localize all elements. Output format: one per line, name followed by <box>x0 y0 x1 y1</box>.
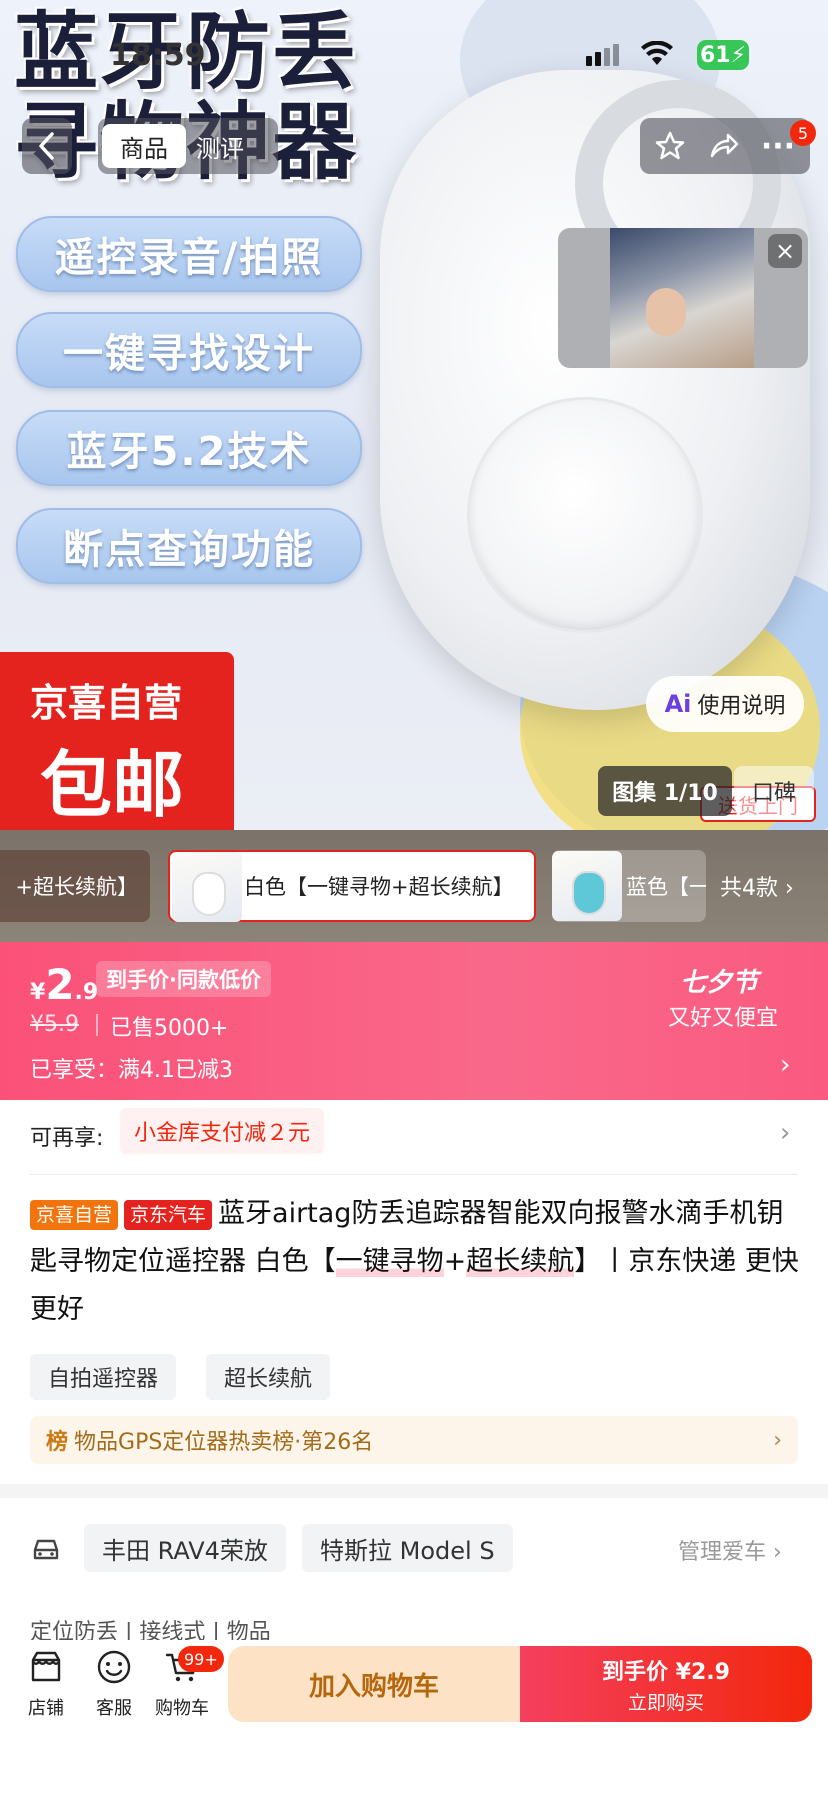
video-hand-image <box>646 288 686 336</box>
battery-level: 61 <box>699 42 731 68</box>
variant-thumb-product <box>194 874 224 914</box>
car-icon <box>30 1532 62 1564</box>
ai-icon: Ai <box>664 690 692 718</box>
signal-icon <box>586 44 622 66</box>
price-decimal: .9 <box>74 980 99 1005</box>
car-chip[interactable]: 丰田 RAV4荣放 <box>84 1524 286 1572</box>
add-to-cart-button[interactable]: 加入购物车 <box>228 1646 520 1722</box>
feature-pill: 断点查询功能 <box>16 508 362 584</box>
service-label: 客服 <box>96 1698 132 1719</box>
jd-auto-badge: 京东汽车 <box>124 1199 213 1230</box>
variant-option[interactable]: +超长续航】 <box>0 850 150 922</box>
rank-text: 物品GPS定位器热卖榜·第26名 <box>74 1430 374 1455</box>
cart-count-badge: 99+ <box>178 1646 224 1672</box>
manual-button[interactable]: Ai 使用说明 <box>646 676 804 732</box>
title-text: + <box>443 1246 467 1277</box>
car-chip[interactable]: 特斯拉 Model S <box>302 1524 513 1572</box>
price-divider <box>96 1014 98 1036</box>
status-time: 18:59 <box>110 38 206 73</box>
variant-thumbnail <box>172 852 242 922</box>
sold-count: 已售5000+ <box>110 1016 229 1041</box>
promo-badge: 京喜自营 包邮 <box>0 652 234 830</box>
variant-thumb-product <box>574 873 604 913</box>
divider <box>30 1174 798 1175</box>
variant-count-button[interactable]: 共4款 › <box>720 850 820 922</box>
service-icon <box>84 1648 144 1694</box>
product-title: 京喜自营 京东汽车 蓝牙airtag防丢追踪器智能双向报警水滴手机钥匙寻物定位遥控器… <box>30 1190 800 1334</box>
tab-product[interactable]: 商品 <box>102 124 186 168</box>
price-currency: ¥ <box>30 980 46 1005</box>
discount-enjoyed[interactable]: 已享受：满4.1已减3 <box>30 1052 233 1084</box>
ranking-banner[interactable]: 榜 物品GPS定位器热卖榜·第26名 › <box>30 1416 798 1464</box>
share-button[interactable] <box>702 124 746 168</box>
festival-subtitle: 又好又便宜 <box>668 1006 779 1031</box>
shop-button[interactable]: 店铺 <box>16 1648 76 1720</box>
feature-pill: 蓝牙5.2技术 <box>16 410 362 486</box>
tab-review[interactable]: 测评 <box>196 124 266 168</box>
title-highlight: 超长续航 <box>466 1246 575 1277</box>
jx-self-badge: 京喜自营 <box>30 1199 119 1230</box>
wifi-icon <box>640 36 674 76</box>
promo-line1: 京喜自营 <box>30 681 183 725</box>
rank-icon: 榜 <box>46 1430 69 1455</box>
buy-price: 到手价 ¥2.9 <box>602 1659 730 1685</box>
chevron-right-icon[interactable]: › <box>780 1118 790 1148</box>
manage-car-link[interactable]: 管理爱车 › <box>678 1534 782 1566</box>
feature-chip[interactable]: 自拍遥控器 <box>30 1354 177 1400</box>
manual-label: 使用说明 <box>697 694 786 719</box>
star-icon <box>655 131 685 160</box>
price-main: ¥ 2 .9 <box>30 960 98 1009</box>
close-video-button[interactable]: × <box>768 234 802 268</box>
battery-icon: 61 ⚡ <box>697 40 749 70</box>
buy-now-button[interactable]: 到手价 ¥2.9 立即购买 <box>520 1646 812 1722</box>
product-button-illustration <box>470 400 700 630</box>
back-button[interactable] <box>22 118 72 174</box>
feature-pill: 一键寻找设计 <box>16 312 362 388</box>
variant-thumbnail <box>552 851 622 921</box>
koubei-tab[interactable]: 口碑 <box>734 766 814 816</box>
variant-label: 白色【一键寻物+超长续航】 <box>244 875 514 899</box>
original-price: ¥5.9 <box>30 1012 79 1037</box>
video-preview[interactable]: × <box>558 228 808 368</box>
feature-pill: 遥控录音/拍照 <box>16 216 362 292</box>
festival-title: 七夕节 <box>680 968 759 998</box>
chevron-left-icon <box>39 132 54 160</box>
price-integer: 2 <box>45 960 75 1009</box>
chevron-right-icon[interactable]: › <box>780 1050 790 1080</box>
more-discount-chip[interactable]: 小金库支付减２元 <box>120 1108 325 1154</box>
chevron-right-icon: › <box>773 1427 782 1453</box>
notification-badge: 5 <box>790 120 816 146</box>
shop-label: 店铺 <box>28 1698 64 1719</box>
feature-chip[interactable]: 超长续航 <box>206 1354 331 1400</box>
share-icon <box>710 133 739 158</box>
more-discount-label: 可再享: <box>30 1126 104 1151</box>
buy-now-label: 立即购买 <box>627 1691 704 1714</box>
variant-option[interactable]: 蓝色【一 <box>552 850 706 922</box>
variant-option-selected[interactable]: 白色【一键寻物+超长续航】 <box>168 850 536 922</box>
title-highlight: 一键寻物 <box>335 1246 444 1277</box>
shop-icon <box>16 1648 76 1694</box>
promo-line2: 包邮 <box>40 743 185 827</box>
cart-label: 购物车 <box>155 1698 209 1719</box>
variant-label: +超长续航】 <box>15 875 138 899</box>
favorite-button[interactable] <box>648 124 692 168</box>
service-button[interactable]: 客服 <box>84 1648 144 1720</box>
price-tag: 到手价·同款低价 <box>96 961 271 997</box>
gallery-tab[interactable]: 图集 1/10 <box>598 766 732 816</box>
variant-label: 蓝色【一 <box>626 875 706 899</box>
